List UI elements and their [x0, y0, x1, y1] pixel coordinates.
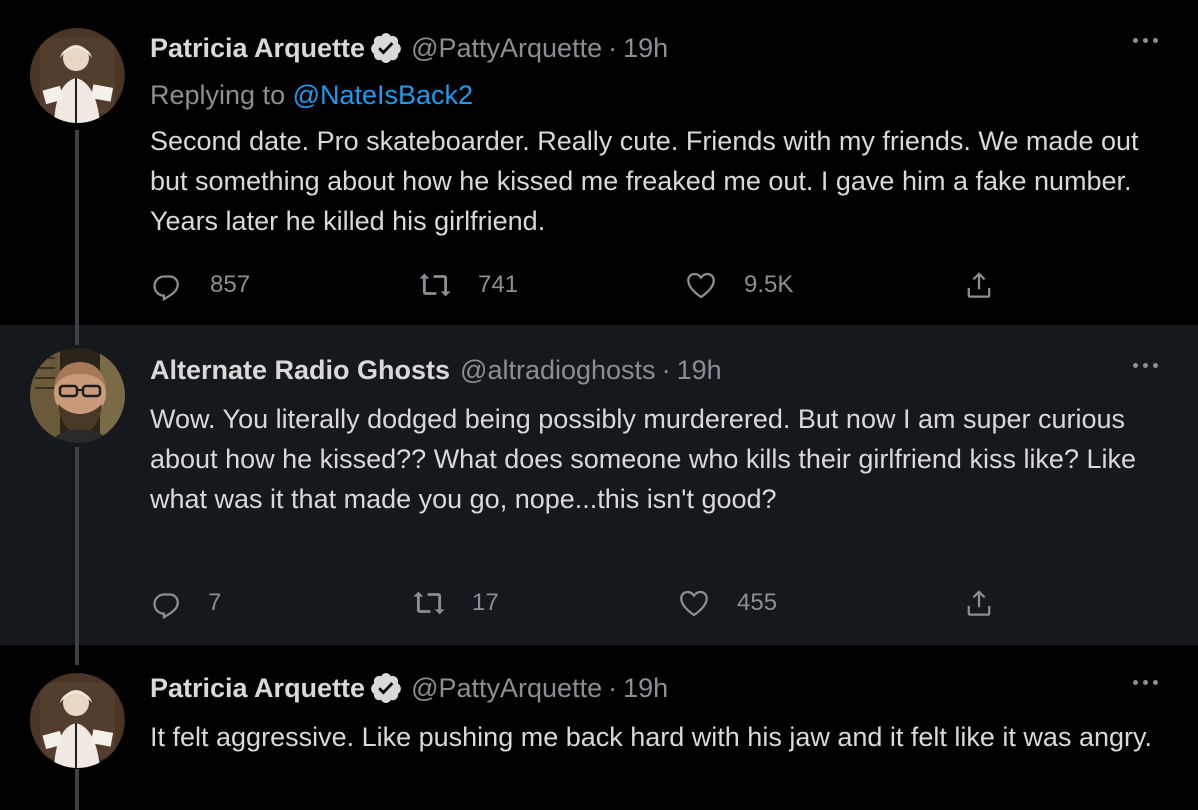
retweet-icon	[413, 591, 445, 615]
avatar[interactable]	[30, 348, 125, 443]
separator: ·	[608, 32, 618, 63]
separator: ·	[661, 354, 671, 385]
verified-badge-icon	[371, 33, 401, 64]
author-name[interactable]: Alternate Radio Ghosts	[150, 355, 450, 386]
separator: ·	[608, 672, 618, 703]
tweet[interactable]: Patricia Arquette @PattyArquette · 19h I…	[0, 645, 1198, 810]
avatar-image	[30, 28, 125, 123]
share-button[interactable]	[962, 583, 1022, 623]
thread-line	[75, 447, 79, 645]
thread-line	[75, 769, 79, 810]
share-icon	[967, 272, 991, 298]
author-handle[interactable]: @PattyArquette	[411, 673, 602, 704]
mention-link[interactable]: @NateIsBack2	[293, 80, 473, 110]
tweet-text: Wow. You literally dodged being possibly…	[150, 404, 1137, 514]
verified-badge-icon	[371, 673, 401, 704]
retweet-count: 741	[478, 271, 519, 298]
retweet-icon	[419, 273, 451, 297]
heart-icon	[687, 272, 715, 299]
tweet-text: Second date. Pro skateboarder. Really cu…	[150, 126, 1139, 236]
author-handle[interactable]: @PattyArquette	[411, 33, 602, 64]
replying-to: Replying to @NateIsBack2	[150, 80, 473, 111]
heart-icon	[680, 590, 708, 617]
more-options-icon[interactable]	[1133, 363, 1158, 368]
tweet-header: Patricia Arquette @PattyArquette · 19h	[150, 670, 668, 706]
retweet-count: 17	[472, 589, 499, 616]
tweet-text: It felt aggressive. Like pushing me back…	[150, 722, 1152, 752]
reply-button[interactable]: 7	[150, 583, 221, 623]
tweet-actions: 7 17 455	[150, 583, 1050, 623]
reply-icon	[153, 593, 179, 620]
retweet-button[interactable]: 17	[412, 583, 499, 623]
timestamp[interactable]: 19h	[623, 673, 668, 704]
avatar-image	[30, 673, 125, 768]
thread-line	[75, 325, 79, 345]
reply-icon	[153, 275, 179, 302]
retweet-button[interactable]: 741	[418, 265, 518, 305]
avatar[interactable]	[30, 28, 125, 123]
author-name[interactable]: Patricia Arquette	[150, 673, 365, 704]
reply-button[interactable]: 857	[150, 265, 250, 305]
timestamp[interactable]: 19h	[677, 355, 722, 386]
tweet-actions: 857 741 9.5K	[150, 265, 1050, 305]
replying-prefix: Replying to	[150, 80, 293, 110]
tweet-header: Patricia Arquette @PattyArquette · 19h	[150, 30, 668, 66]
like-button[interactable]: 455	[677, 583, 777, 623]
like-count: 455	[737, 589, 778, 616]
like-count: 9.5K	[744, 271, 794, 298]
more-options-icon[interactable]	[1133, 680, 1158, 685]
reply-count: 857	[210, 271, 251, 298]
author-handle[interactable]: @altradioghosts	[460, 355, 656, 386]
timestamp[interactable]: 19h	[623, 33, 668, 64]
like-button[interactable]: 9.5K	[684, 265, 793, 305]
more-options-icon[interactable]	[1133, 38, 1158, 43]
author-name[interactable]: Patricia Arquette	[150, 33, 365, 64]
tweet-header: Alternate Radio Ghosts @altradioghosts ·…	[150, 352, 722, 388]
avatar-image	[30, 348, 125, 443]
tweet[interactable]: Alternate Radio Ghosts @altradioghosts ·…	[0, 325, 1198, 645]
reply-count: 7	[208, 589, 222, 616]
share-icon	[967, 590, 991, 616]
thread-line	[75, 130, 79, 325]
share-button[interactable]	[962, 265, 1022, 305]
thread-line	[75, 645, 79, 665]
tweet[interactable]: Patricia Arquette @PattyArquette · 19h R…	[0, 0, 1198, 325]
avatar[interactable]	[30, 673, 125, 768]
